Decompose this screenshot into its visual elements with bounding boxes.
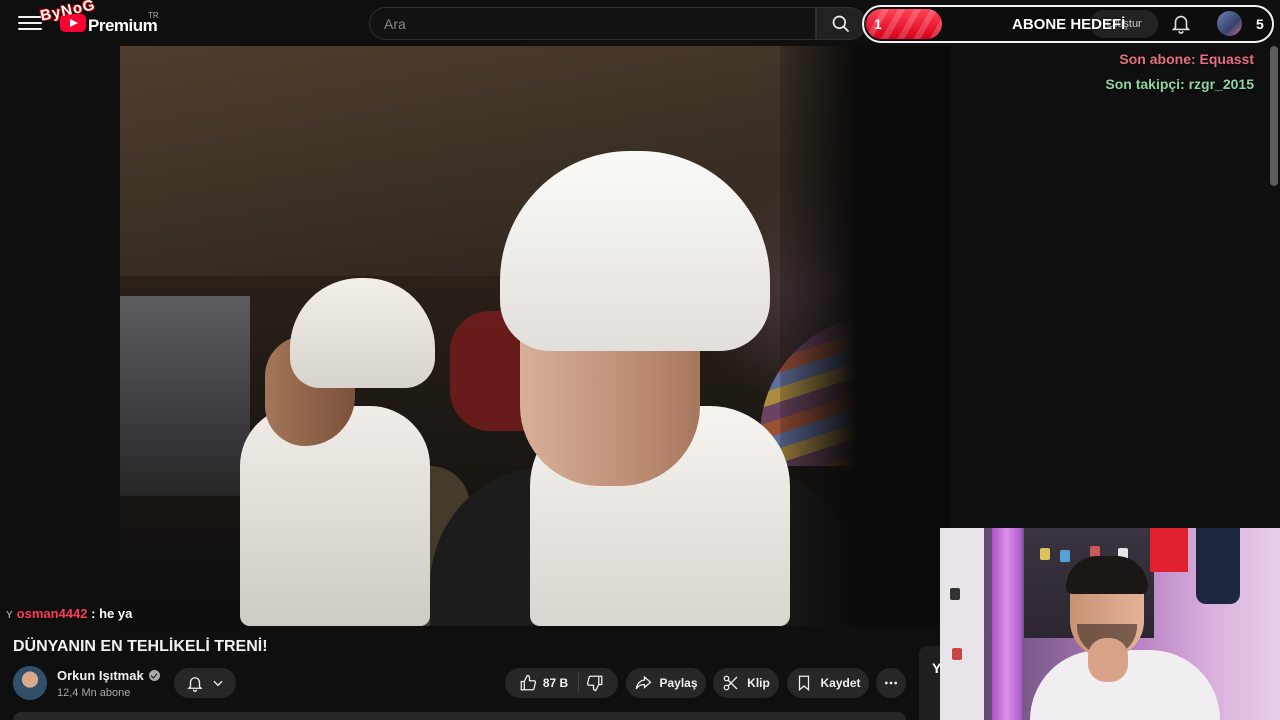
- search-icon: [832, 15, 850, 32]
- dislike-button[interactable]: [586, 674, 604, 692]
- notification-bell-button[interactable]: [174, 668, 236, 698]
- video-shadow: [780, 46, 950, 626]
- webcam-person-hair: [1066, 556, 1148, 594]
- video-window: [120, 296, 250, 496]
- share-button[interactable]: Paylaş: [626, 668, 706, 698]
- webcam-shirt: [1196, 528, 1240, 604]
- video-person1-scarf: [240, 406, 430, 626]
- save-label: Kaydet: [820, 676, 861, 690]
- youtube-logo[interactable]: Premium TR ByNoG: [34, 0, 164, 38]
- chat-message: Yosman4442 : he ya: [6, 606, 132, 621]
- webcam-item: [1060, 550, 1070, 562]
- webcam-flag: [1150, 528, 1188, 572]
- chat-badge-icon: Y: [6, 610, 13, 621]
- last-follower: Son takipçi: rzgr_2015: [1105, 76, 1254, 92]
- like-count: 87 B: [542, 676, 569, 690]
- search-input[interactable]: [370, 8, 815, 39]
- goal-current: 1: [874, 16, 882, 32]
- subscriber-count: 12,4 Mn abone: [57, 687, 131, 699]
- country-code: TR: [148, 11, 159, 20]
- chat-text: he ya: [99, 606, 133, 621]
- scissors-icon: [723, 675, 738, 691]
- webcam-person-hand: [1088, 638, 1128, 682]
- goal-title: ABONE HEDEFİ: [1012, 16, 1126, 33]
- share-icon: [636, 675, 652, 690]
- channel-name-row[interactable]: Orkun Işıtmak: [57, 668, 160, 683]
- page: Premium TR ByNoG Oluştur 1 ABONE HEDEFİ …: [0, 0, 1280, 720]
- webcam-shelf: [940, 528, 984, 720]
- more-horizontal-icon: [885, 681, 897, 685]
- thumbs-up-icon: [520, 674, 536, 691]
- webcam-light: [992, 528, 1022, 720]
- more-actions-button[interactable]: [876, 668, 906, 698]
- goal-target: 5: [1256, 16, 1264, 32]
- chevron-down-icon: [212, 680, 223, 687]
- page-scrollbar[interactable]: [1270, 46, 1278, 186]
- like-dislike-group: 87 B: [505, 668, 618, 698]
- search-box: [369, 7, 816, 40]
- webcam-item: [1040, 548, 1050, 560]
- bell-icon: [186, 677, 203, 692]
- clip-button[interactable]: Klip: [713, 668, 779, 698]
- thumbs-down-icon: [587, 675, 603, 692]
- webcam-item: [952, 648, 962, 660]
- share-label: Paylaş: [659, 676, 698, 690]
- verified-icon: [148, 670, 160, 681]
- brand-label: Premium: [88, 16, 158, 35]
- like-button[interactable]: 87 B: [519, 673, 580, 693]
- description-box[interactable]: [13, 712, 906, 720]
- webcam-item: [950, 588, 960, 600]
- bookmark-icon: [799, 675, 810, 692]
- subscribe-goal-widget: 1 ABONE HEDEFİ 5: [862, 5, 1274, 43]
- clip-label: Klip: [747, 676, 770, 690]
- last-subscriber: Son abone: Equasst: [1119, 51, 1254, 67]
- chat-separator: :: [87, 606, 100, 621]
- channel-avatar[interactable]: [13, 666, 47, 700]
- video-title: DÜNYANIN EN TEHLİKELİ TRENİ!: [13, 638, 268, 655]
- chat-user: osman4442: [16, 606, 88, 621]
- save-button[interactable]: Kaydet: [787, 668, 869, 698]
- video-player[interactable]: [120, 46, 950, 626]
- channel-name[interactable]: Orkun Işıtmak: [57, 668, 144, 683]
- video-person1-turban: [290, 278, 435, 388]
- webcam-overlay: [940, 528, 1280, 720]
- search-button[interactable]: [816, 7, 866, 40]
